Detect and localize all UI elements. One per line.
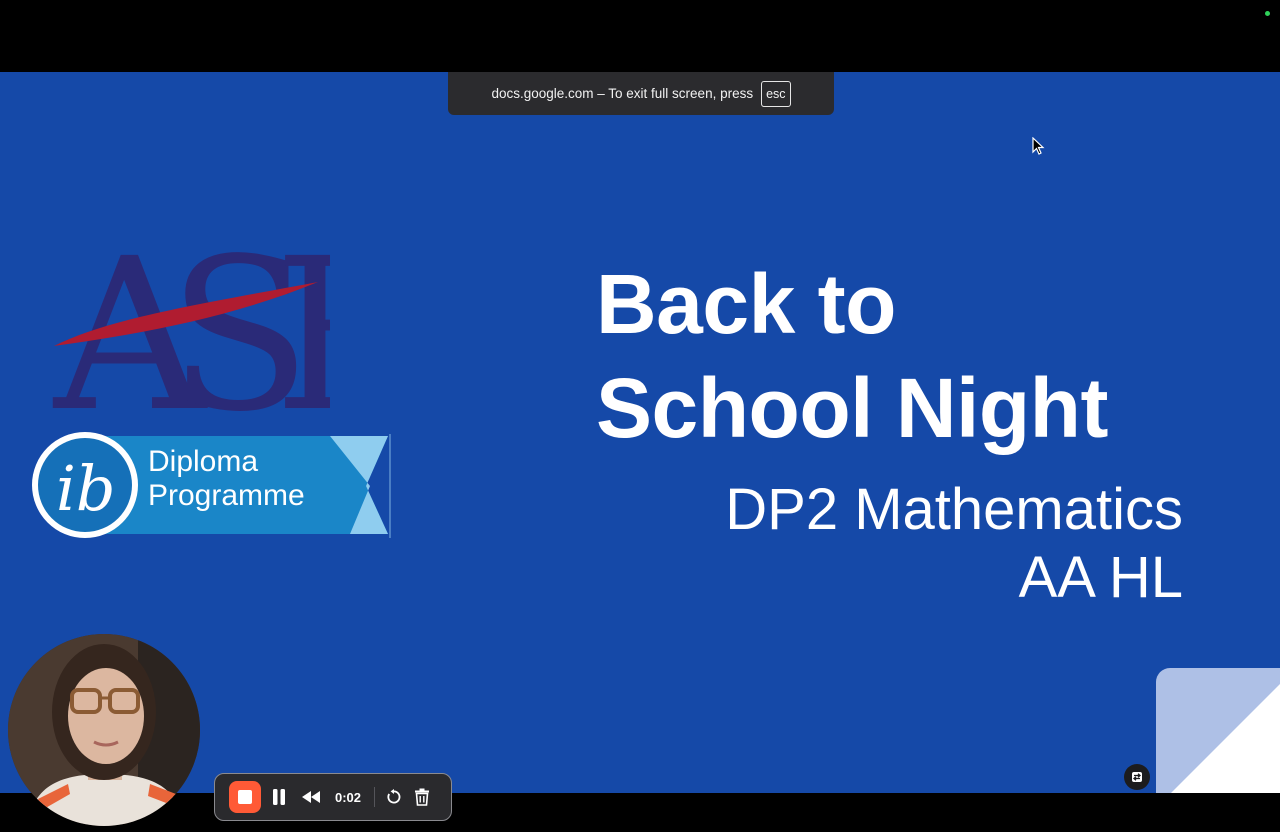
top-black-bar bbox=[0, 0, 1280, 72]
rewind-button[interactable] bbox=[301, 790, 321, 804]
restart-recording-button[interactable] bbox=[386, 789, 402, 805]
pause-button[interactable] bbox=[271, 788, 287, 806]
mouse-cursor-icon bbox=[1032, 136, 1046, 162]
camera-indicator-dot bbox=[1265, 11, 1270, 16]
slide-title: Back to School Night bbox=[596, 252, 1236, 460]
title-line-1: Back to bbox=[596, 257, 896, 351]
rewind-icon bbox=[302, 791, 320, 803]
recording-timer: 0:02 bbox=[335, 789, 362, 805]
slide-corner-graphic bbox=[1156, 668, 1280, 793]
asb-logo: ASB bbox=[52, 222, 330, 422]
delete-recording-button[interactable] bbox=[414, 788, 430, 806]
fullscreen-notice: docs.google.com – To exit full screen, p… bbox=[448, 72, 834, 115]
title-line-2: School Night bbox=[596, 361, 1108, 455]
toolbar-divider bbox=[374, 787, 376, 807]
webcam-bubble[interactable] bbox=[8, 634, 200, 826]
trash-icon bbox=[415, 788, 430, 806]
ib-line1: Diploma bbox=[148, 445, 259, 478]
subtitle-line-2: AA HL bbox=[1018, 545, 1183, 610]
corner-white-triangle bbox=[1156, 668, 1280, 793]
ib-programme-label: Diploma Programme bbox=[148, 445, 305, 513]
stop-recording-button[interactable] bbox=[229, 781, 261, 813]
switch-icon bbox=[1132, 772, 1142, 782]
fullscreen-notice-text: docs.google.com – To exit full screen, p… bbox=[491, 86, 754, 101]
pause-icon bbox=[273, 789, 285, 805]
presentation-slide[interactable]: ASB ib Diploma Programme Back to School … bbox=[0, 72, 1280, 793]
subtitle-line-1: DP2 Mathematics bbox=[725, 477, 1183, 542]
webcam-person-image bbox=[8, 634, 200, 826]
bottom-black-bar bbox=[0, 793, 1280, 832]
switch-camera-button[interactable] bbox=[1124, 764, 1150, 790]
ib-line2: Programme bbox=[148, 479, 305, 512]
ib-diploma-badge: ib Diploma Programme bbox=[30, 430, 392, 540]
stop-icon bbox=[238, 790, 252, 804]
esc-key-hint: esc bbox=[761, 80, 791, 107]
restart-icon bbox=[387, 789, 401, 804]
slide-subtitle: DP2 Mathematics AA HL bbox=[725, 476, 1183, 612]
asb-logo-letters: ASB bbox=[52, 222, 330, 422]
recording-toolbar: 0:02 bbox=[214, 773, 452, 821]
ib-letters: ib bbox=[56, 452, 116, 525]
